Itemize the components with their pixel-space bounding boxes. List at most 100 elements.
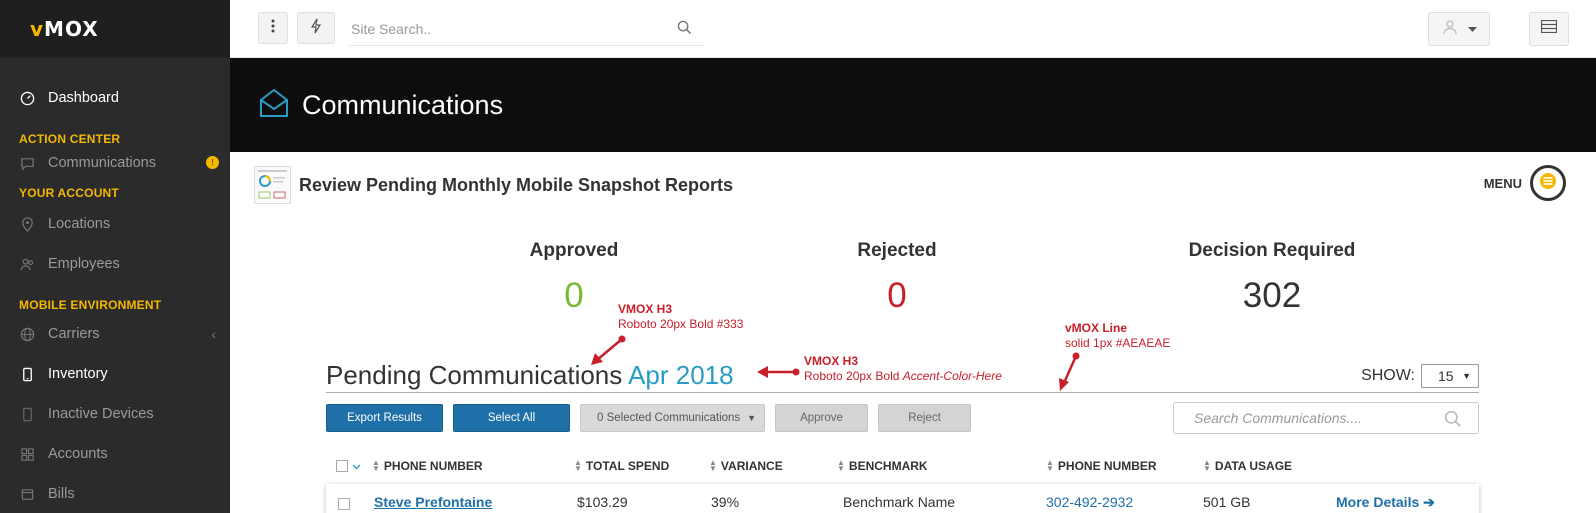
- panel-toggle-button[interactable]: [1529, 12, 1569, 46]
- sidebar-item-employees[interactable]: Employees: [0, 244, 230, 284]
- more-options-button[interactable]: [258, 12, 288, 44]
- menu-button[interactable]: [1530, 165, 1566, 201]
- sidebar-item-bills[interactable]: Bills: [0, 474, 230, 513]
- user-menu-button[interactable]: [1428, 12, 1490, 46]
- annotation-h3-default: VMOX H3 Roboto 20px Bold #333: [618, 302, 743, 332]
- column-header-phone-number-2[interactable]: ▲ ▼ PHONE NUMBER: [1046, 459, 1157, 474]
- grid-icon: [19, 446, 35, 462]
- selected-count-label: 0 Selected Communications: [597, 412, 741, 424]
- row-name-link[interactable]: Steve Prefontaine: [374, 494, 492, 510]
- communications-search: [1173, 402, 1479, 434]
- select-all-checkbox-group[interactable]: [336, 459, 361, 473]
- logo-v: v: [30, 17, 45, 41]
- row-total-spend: $103.29: [577, 494, 628, 510]
- vmox-logo[interactable]: vMOX: [30, 17, 99, 41]
- annotation-desc: solid 1px #AEAEAE: [1065, 336, 1171, 350]
- annotation-desc: Roboto 20px Bold #333: [618, 317, 744, 331]
- sidebar-item-communications[interactable]: Communications !: [0, 146, 230, 180]
- more-details-label: More Details: [1336, 494, 1420, 510]
- column-header-label: TOTAL SPEND: [585, 459, 670, 473]
- annotation-arrow-2: [757, 366, 800, 378]
- chevron-down-icon[interactable]: [352, 459, 361, 473]
- approve-button[interactable]: Approve: [775, 404, 868, 432]
- chevron-left-icon[interactable]: ‹: [211, 326, 216, 342]
- communications-search-input[interactable]: [1194, 410, 1434, 426]
- column-header-label: VARIANCE: [720, 459, 783, 473]
- sort-icon: ▲ ▼: [709, 458, 717, 473]
- row-phone-link[interactable]: 302-492-2932: [1046, 494, 1133, 510]
- sidebar-item-carriers[interactable]: Carriers ‹: [0, 314, 230, 354]
- column-header-label: PHONE NUMBER: [1057, 459, 1157, 473]
- annotation-line: vMOX Line solid 1px #AEAEAE: [1065, 321, 1170, 351]
- action-toolbar: Export Results Select All 0 Selected Com…: [326, 404, 971, 432]
- column-header-label: DATA USAGE: [1214, 459, 1293, 473]
- sidebar-item-label: Dashboard: [48, 90, 119, 106]
- sidebar-item-inventory[interactable]: Inventory: [0, 354, 230, 394]
- export-results-button[interactable]: Export Results: [326, 404, 443, 432]
- column-header-total-spend[interactable]: ▲ ▼ TOTAL SPEND: [574, 458, 670, 474]
- select-all-button[interactable]: Select All: [453, 404, 570, 432]
- sidebar-nav: Dashboard ACTION CENTER Communications !…: [0, 58, 230, 513]
- report-title: Review Pending Monthly Mobile Snapshot R…: [299, 174, 734, 195]
- map-pin-icon: [19, 216, 35, 232]
- sidebar-item-accounts[interactable]: Accounts: [0, 434, 230, 474]
- lightning-icon: [310, 18, 322, 39]
- sidebar-item-inactive-devices[interactable]: Inactive Devices: [0, 394, 230, 434]
- search-icon[interactable]: [1444, 410, 1462, 433]
- column-header-data-usage[interactable]: ▲ ▼ DATA USAGE: [1203, 459, 1293, 474]
- pending-title-text: Pending Communications: [326, 360, 623, 390]
- inactive-device-icon: [19, 406, 35, 422]
- row-variance: 39%: [711, 494, 740, 510]
- menu-area: MENU: [1484, 165, 1566, 201]
- sidebar-item-label: Inactive Devices: [48, 406, 154, 422]
- selected-communications-dropdown[interactable]: 0 Selected Communications ▼: [580, 404, 765, 432]
- sidebar-item-dashboard[interactable]: Dashboard: [0, 78, 230, 118]
- annotation-title: VMOX H3: [804, 354, 859, 368]
- panel-icon: [1540, 19, 1558, 38]
- globe-icon: [19, 326, 35, 342]
- report-thumbnail[interactable]: [254, 166, 291, 204]
- top-bar: [230, 0, 1596, 58]
- reject-button[interactable]: Reject: [878, 404, 971, 432]
- mobile-phone-icon: [19, 366, 35, 382]
- search-icon[interactable]: [677, 20, 692, 40]
- row-data-usage: 501 GB: [1203, 494, 1251, 510]
- column-header-phone-number[interactable]: ▲ ▼ PHONE NUMBER: [372, 459, 483, 474]
- app-root: vMOX Dashboard ACTION CENTER Communicati…: [0, 0, 1596, 513]
- chat-icon: [19, 155, 35, 171]
- annotation-desc: Roboto 20px Bold: [804, 369, 903, 383]
- main-content: Review Pending Monthly Mobile Snapshot R…: [230, 152, 1596, 513]
- stat-approved-label: Approved: [529, 240, 619, 261]
- more-details-link[interactable]: More Details ➔: [1336, 494, 1435, 511]
- page-title: Communications: [302, 89, 504, 120]
- header-checkbox[interactable]: [336, 460, 348, 472]
- column-header-variance[interactable]: ▲ ▼ VARIANCE: [709, 458, 783, 474]
- caret-down-icon: ▼: [1462, 371, 1471, 381]
- bill-icon: [19, 486, 35, 502]
- vertical-dots-icon: [271, 19, 275, 38]
- page-size-value: 15: [1438, 368, 1454, 384]
- notification-badge: !: [206, 156, 219, 169]
- annotation-title: vMOX Line: [1065, 321, 1128, 335]
- column-header-benchmark[interactable]: ▲ ▼ BENCHMARK: [837, 459, 928, 474]
- sidebar-item-label: Employees: [48, 256, 120, 272]
- sidebar-item-label: Bills: [48, 486, 75, 502]
- site-search-input[interactable]: [349, 20, 669, 37]
- arrow-right-icon: ➔: [1423, 494, 1435, 510]
- caret-down-icon: ▼: [747, 413, 756, 423]
- quick-actions-button[interactable]: [297, 12, 335, 44]
- user-avatar-icon: [1442, 19, 1458, 40]
- show-label: SHOW:: [1361, 367, 1415, 384]
- sort-icon: ▲ ▼: [574, 458, 582, 473]
- table-row[interactable]: Steve Prefontaine $103.29 39% Benchmark …: [326, 484, 1479, 513]
- brand-bar: vMOX: [0, 0, 230, 58]
- section-your-account: YOUR ACCOUNT: [19, 186, 119, 200]
- sidebar-item-locations[interactable]: Locations: [0, 204, 230, 244]
- row-checkbox[interactable]: [338, 498, 350, 510]
- logo-text: MOX: [44, 17, 99, 41]
- sidebar-item-label: Communications: [48, 155, 156, 171]
- page-size-select[interactable]: 15 ▼: [1421, 364, 1479, 388]
- section-mobile-environment: MOBILE ENVIRONMENT: [19, 298, 162, 312]
- sidebar-item-label: Carriers: [48, 326, 100, 342]
- section-divider: [326, 392, 1479, 393]
